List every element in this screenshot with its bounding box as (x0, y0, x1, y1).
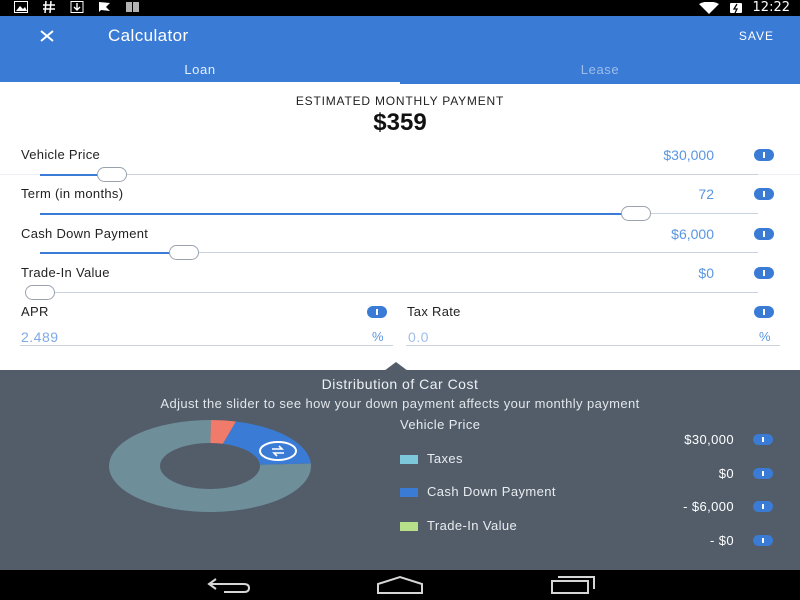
vehicle-price-slider-thumb[interactable] (96, 167, 127, 182)
legend-cash-down-info-icon[interactable] (753, 501, 773, 512)
image-icon (14, 1, 28, 13)
vehicle-price-value: $30,000 (663, 147, 714, 163)
term-label: Term (in months) (21, 186, 124, 201)
cost-donut-chart[interactable] (108, 418, 312, 514)
battery-icon (729, 3, 742, 14)
estimated-payment-label: ESTIMATED MONTHLY PAYMENT (295, 94, 505, 108)
apr-underline (20, 345, 393, 346)
term-slider-thumb[interactable] (620, 206, 651, 221)
cash-down-slider-fill (40, 251, 184, 254)
legend-taxes-value: $0 (718, 466, 734, 481)
apr-percent: % (372, 329, 384, 344)
estimated-payment-value: $359 (373, 109, 427, 136)
trade-in-value: $0 (698, 265, 714, 281)
legend-vehicle-price-info-icon[interactable] (753, 434, 773, 445)
app-bar: Calculator SAVE Loan Lease (0, 16, 800, 84)
vehicle-price-slider[interactable] (40, 167, 758, 182)
legend-trade-in-swatch (400, 522, 418, 531)
tab-loan[interactable]: Loan (0, 62, 400, 84)
system-nav-bar (0, 570, 800, 600)
legend-taxes-info-icon[interactable] (753, 468, 773, 479)
distribution-panel: Distribution of Car Cost Adjust the slid… (0, 370, 800, 570)
hash-icon (43, 1, 55, 13)
vehicle-price-label: Vehicle Price (21, 147, 101, 162)
tab-lease[interactable]: Lease (400, 62, 800, 84)
cash-down-value: $6,000 (671, 226, 714, 242)
wifi-icon (698, 2, 719, 14)
app-title: Calculator (108, 26, 189, 45)
term-info-icon[interactable] (754, 188, 774, 200)
legend-cash-down-value: - $6,000 (683, 499, 734, 514)
distribution-subtitle: Adjust the slider to see how your down p… (160, 396, 640, 411)
legend-trade-in-info-icon[interactable] (753, 535, 773, 546)
flag-icon (99, 2, 110, 12)
tab-indicator (0, 82, 400, 84)
tax-rate-input[interactable]: 0.0 (408, 329, 429, 345)
legend-taxes-swatch (400, 455, 418, 464)
status-bar: 12:22 (0, 0, 800, 16)
term-slider-fill (40, 212, 636, 215)
clock: 12:22 (752, 0, 790, 15)
cash-down-slider[interactable] (40, 245, 758, 260)
close-icon[interactable] (36, 24, 60, 48)
trade-in-label: Trade-In Value (21, 265, 110, 280)
recents-icon[interactable] (550, 575, 596, 595)
download-icon (70, 1, 84, 13)
term-value: 72 (698, 186, 714, 202)
legend-vehicle-price-label: Vehicle Price (400, 417, 481, 432)
apr-input[interactable]: 2.489 (21, 329, 59, 345)
tax-rate-underline (406, 345, 780, 346)
legend-trade-in-value: - $0 (709, 533, 734, 548)
tax-rate-label: Tax Rate (407, 304, 461, 319)
distribution-title: Distribution of Car Cost (321, 376, 479, 392)
cash-down-info-icon[interactable] (754, 228, 774, 240)
cash-down-slider-thumb[interactable] (168, 245, 199, 260)
save-button[interactable]: SAVE (739, 29, 774, 43)
apr-label: APR (21, 304, 49, 319)
legend-taxes-label: Taxes (427, 451, 463, 466)
cash-down-label: Cash Down Payment (21, 226, 149, 241)
calculator-screen: 12:22 Calculator SAVE Loan Lease ESTIMAT… (0, 0, 800, 600)
apr-info-icon[interactable] (367, 306, 387, 318)
barcode-icon (126, 2, 139, 12)
tax-rate-info-icon[interactable] (754, 306, 774, 318)
legend-trade-in-label: Trade-In Value (427, 518, 518, 533)
legend-cash-down-swatch (400, 488, 418, 497)
trade-in-info-icon[interactable] (754, 267, 774, 279)
legend-cash-down-label: Cash Down Payment (427, 484, 556, 499)
trade-in-slider-thumb[interactable] (25, 285, 55, 300)
trade-in-slider[interactable] (25, 285, 758, 300)
tax-rate-percent: % (759, 329, 771, 344)
home-icon[interactable] (376, 575, 424, 595)
term-slider[interactable] (40, 206, 758, 221)
back-icon[interactable] (206, 575, 252, 595)
legend-vehicle-price-value: $30,000 (684, 432, 734, 447)
vehicle-price-info-icon[interactable] (754, 149, 774, 161)
